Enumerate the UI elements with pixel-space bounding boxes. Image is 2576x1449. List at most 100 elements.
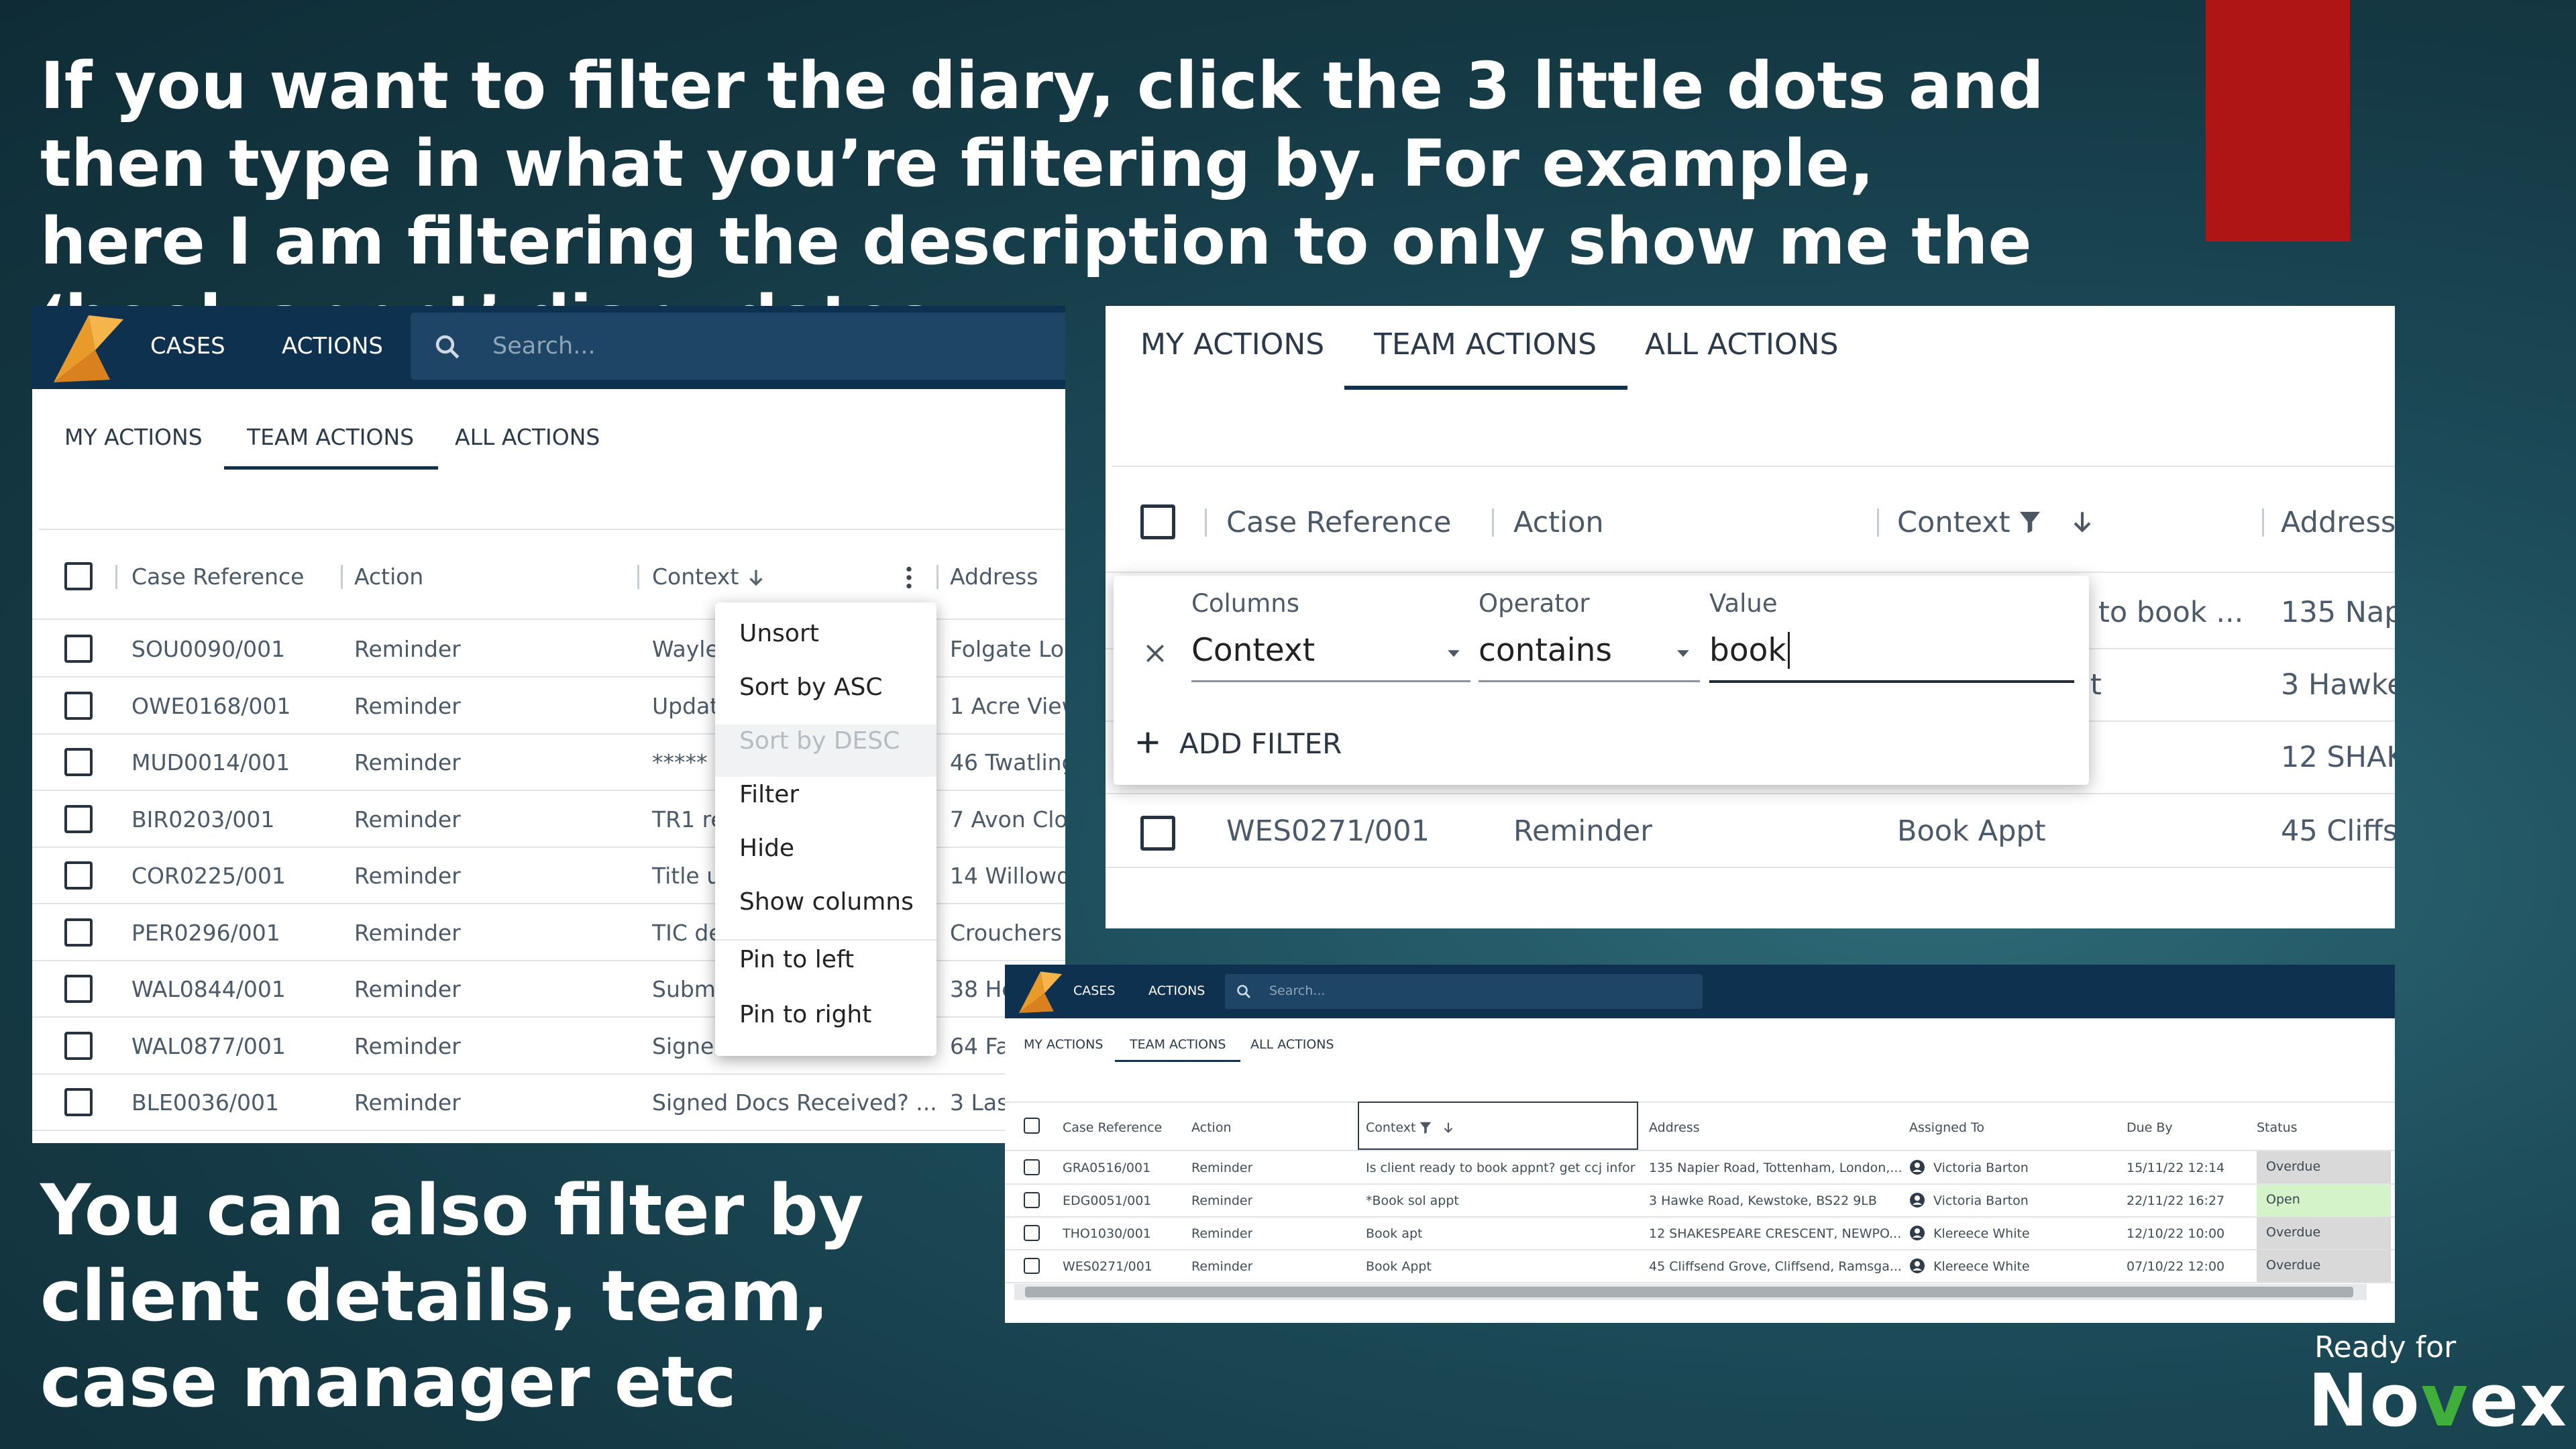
menu-item-unsort[interactable]: Unsort [739, 620, 819, 647]
row-divider [32, 1130, 1065, 1131]
row-checkbox[interactable] [64, 748, 93, 776]
row-checkbox[interactable] [64, 804, 93, 833]
cell-case-reference[interactable]: BIR0203/001 [131, 806, 274, 833]
close-icon[interactable] [1142, 640, 1169, 667]
sort-down-arrow-icon[interactable] [745, 566, 767, 589]
cell-address: 7 Avon Clos [950, 806, 1065, 833]
menu-item-sort-asc[interactable]: Sort by ASC [739, 674, 882, 701]
cell-case-reference[interactable]: COR0225/001 [131, 863, 286, 889]
search-icon [1237, 985, 1250, 998]
column-header-case-reference[interactable]: Case Reference [131, 564, 304, 590]
column-header-context[interactable]: Context [652, 564, 739, 590]
chevron-down-icon[interactable] [1673, 643, 1693, 663]
tab-my-actions[interactable]: MY ACTIONS [64, 424, 203, 466]
menu-item-show-columns[interactable]: Show columns [739, 888, 914, 916]
menu-item-hide[interactable]: Hide [739, 835, 794, 862]
cell-case-reference[interactable]: WES0271/001 [1063, 1259, 1152, 1274]
menu-item-pin-right[interactable]: Pin to right [739, 1001, 871, 1028]
cell-case-reference[interactable]: WAL0844/001 [131, 976, 286, 1002]
tab-my-actions[interactable]: MY ACTIONS [1140, 327, 1324, 386]
search-input[interactable]: Search... [411, 313, 1065, 380]
filter-active-icon[interactable] [1418, 1120, 1433, 1135]
select-all-checkbox[interactable] [1140, 504, 1175, 539]
column-header-status[interactable]: Status [2257, 1120, 2298, 1135]
column-header-address[interactable]: Address [1649, 1120, 1700, 1135]
cell-case-reference[interactable]: MUD0014/001 [131, 749, 290, 775]
column-header-context[interactable]: Context [1897, 506, 2010, 539]
row-checkbox[interactable] [64, 1031, 93, 1060]
cell-context: Is client ready to book appnt? get ccj i… [1366, 1161, 1635, 1175]
horizontal-scrollbar-track[interactable] [1014, 1284, 2367, 1300]
menu-item-filter[interactable]: Filter [739, 781, 799, 808]
tab-team-actions[interactable]: TEAM ACTIONS [1115, 1037, 1241, 1062]
tab-all-actions[interactable]: ALL ACTIONS [1250, 1037, 1334, 1060]
horizontal-scrollbar-thumb[interactable] [1025, 1287, 2353, 1297]
row-checkbox[interactable] [1024, 1192, 1040, 1208]
filter-value-input[interactable]: book [1709, 632, 1790, 669]
chevron-down-icon[interactable] [1444, 643, 1464, 663]
row-checkbox[interactable] [64, 1088, 93, 1116]
cell-case-reference[interactable]: SOU0090/001 [131, 636, 285, 662]
sort-down-arrow-icon[interactable] [2068, 507, 2097, 537]
search-placeholder: Search... [492, 333, 596, 360]
column-header-case-reference[interactable]: Case Reference [1226, 506, 1451, 539]
cell-action: Reminder [354, 749, 461, 775]
cell-case-reference[interactable]: GRA0516/001 [1063, 1161, 1150, 1175]
row-checkbox[interactable] [64, 635, 93, 663]
add-filter-button[interactable]: ADD FILTER [1179, 727, 1342, 760]
cell-context: Book Appt [1366, 1259, 1432, 1274]
row-checkbox[interactable] [1024, 1159, 1040, 1175]
column-header-address[interactable]: Address [950, 564, 1038, 590]
row-checkbox[interactable] [1140, 816, 1175, 851]
column-header-action[interactable]: Action [354, 564, 423, 590]
cell-case-reference[interactable]: WAL0877/001 [131, 1033, 286, 1059]
search-placeholder: Search... [1269, 983, 1326, 998]
column-header-assigned-to[interactable]: Assigned To [1909, 1120, 1984, 1135]
tab-all-actions[interactable]: ALL ACTIONS [1645, 327, 1839, 386]
filter-columns-label: Columns [1191, 589, 1299, 618]
add-icon[interactable] [1132, 727, 1163, 758]
tab-all-actions[interactable]: ALL ACTIONS [455, 424, 600, 466]
column-header-case-reference[interactable]: Case Reference [1063, 1120, 1162, 1135]
column-header-context[interactable]: Context [1366, 1120, 1415, 1135]
row-checkbox[interactable] [64, 861, 93, 890]
cell-action: Reminder [354, 976, 461, 1002]
column-menu-dots-icon[interactable] [899, 564, 919, 592]
column-header-due-by[interactable]: Due By [2127, 1120, 2173, 1135]
filter-active-icon[interactable] [2017, 507, 2043, 537]
nav-cases-link[interactable]: CASES [150, 333, 225, 360]
cell-address: 12 SHAKESPEARE CRESCENT, NEWPO... [1649, 1226, 1902, 1241]
nav-actions-link[interactable]: ACTIONS [1148, 983, 1205, 998]
nav-cases-link[interactable]: CASES [1073, 983, 1115, 998]
menu-divider [715, 939, 936, 941]
cell-case-reference[interactable]: PER0296/001 [131, 920, 280, 946]
select-all-checkbox[interactable] [64, 562, 93, 590]
cell-case-reference[interactable]: BLE0036/001 [131, 1089, 279, 1116]
row-checkbox[interactable] [64, 975, 93, 1003]
tab-team-actions[interactable]: TEAM ACTIONS [224, 424, 439, 470]
filter-columns-select[interactable]: Context [1191, 632, 1315, 669]
nav-actions-link[interactable]: ACTIONS [282, 333, 383, 360]
cell-case-reference[interactable]: THO1030/001 [1063, 1226, 1151, 1241]
cell-case-reference[interactable]: WES0271/001 [1226, 814, 1430, 848]
filter-operator-select[interactable]: contains [1479, 632, 1612, 669]
cell-action: Reminder [1513, 814, 1652, 848]
column-header-action[interactable]: Action [1513, 506, 1604, 539]
column-header-address[interactable]: Address [2281, 506, 2395, 539]
row-checkbox[interactable] [1024, 1258, 1040, 1274]
tab-my-actions[interactable]: MY ACTIONS [1024, 1037, 1103, 1060]
sort-down-arrow-icon[interactable] [1441, 1120, 1456, 1135]
search-input[interactable]: Search... [1225, 974, 1703, 1009]
cell-assigned-to: Klereece White [1933, 1259, 2030, 1274]
cell-action: Reminder [354, 806, 461, 833]
row-checkbox[interactable] [64, 918, 93, 947]
cell-case-reference[interactable]: EDG0051/001 [1063, 1193, 1151, 1208]
tab-team-actions[interactable]: TEAM ACTIONS [1344, 327, 1628, 390]
menu-item-sort-desc[interactable]: Sort by DESC [739, 727, 900, 755]
menu-item-pin-left[interactable]: Pin to left [739, 946, 854, 973]
select-all-checkbox[interactable] [1024, 1118, 1040, 1134]
row-checkbox[interactable] [1024, 1225, 1040, 1241]
cell-case-reference[interactable]: OWE0168/001 [131, 693, 291, 719]
column-header-action[interactable]: Action [1191, 1120, 1232, 1135]
row-checkbox[interactable] [64, 691, 93, 720]
